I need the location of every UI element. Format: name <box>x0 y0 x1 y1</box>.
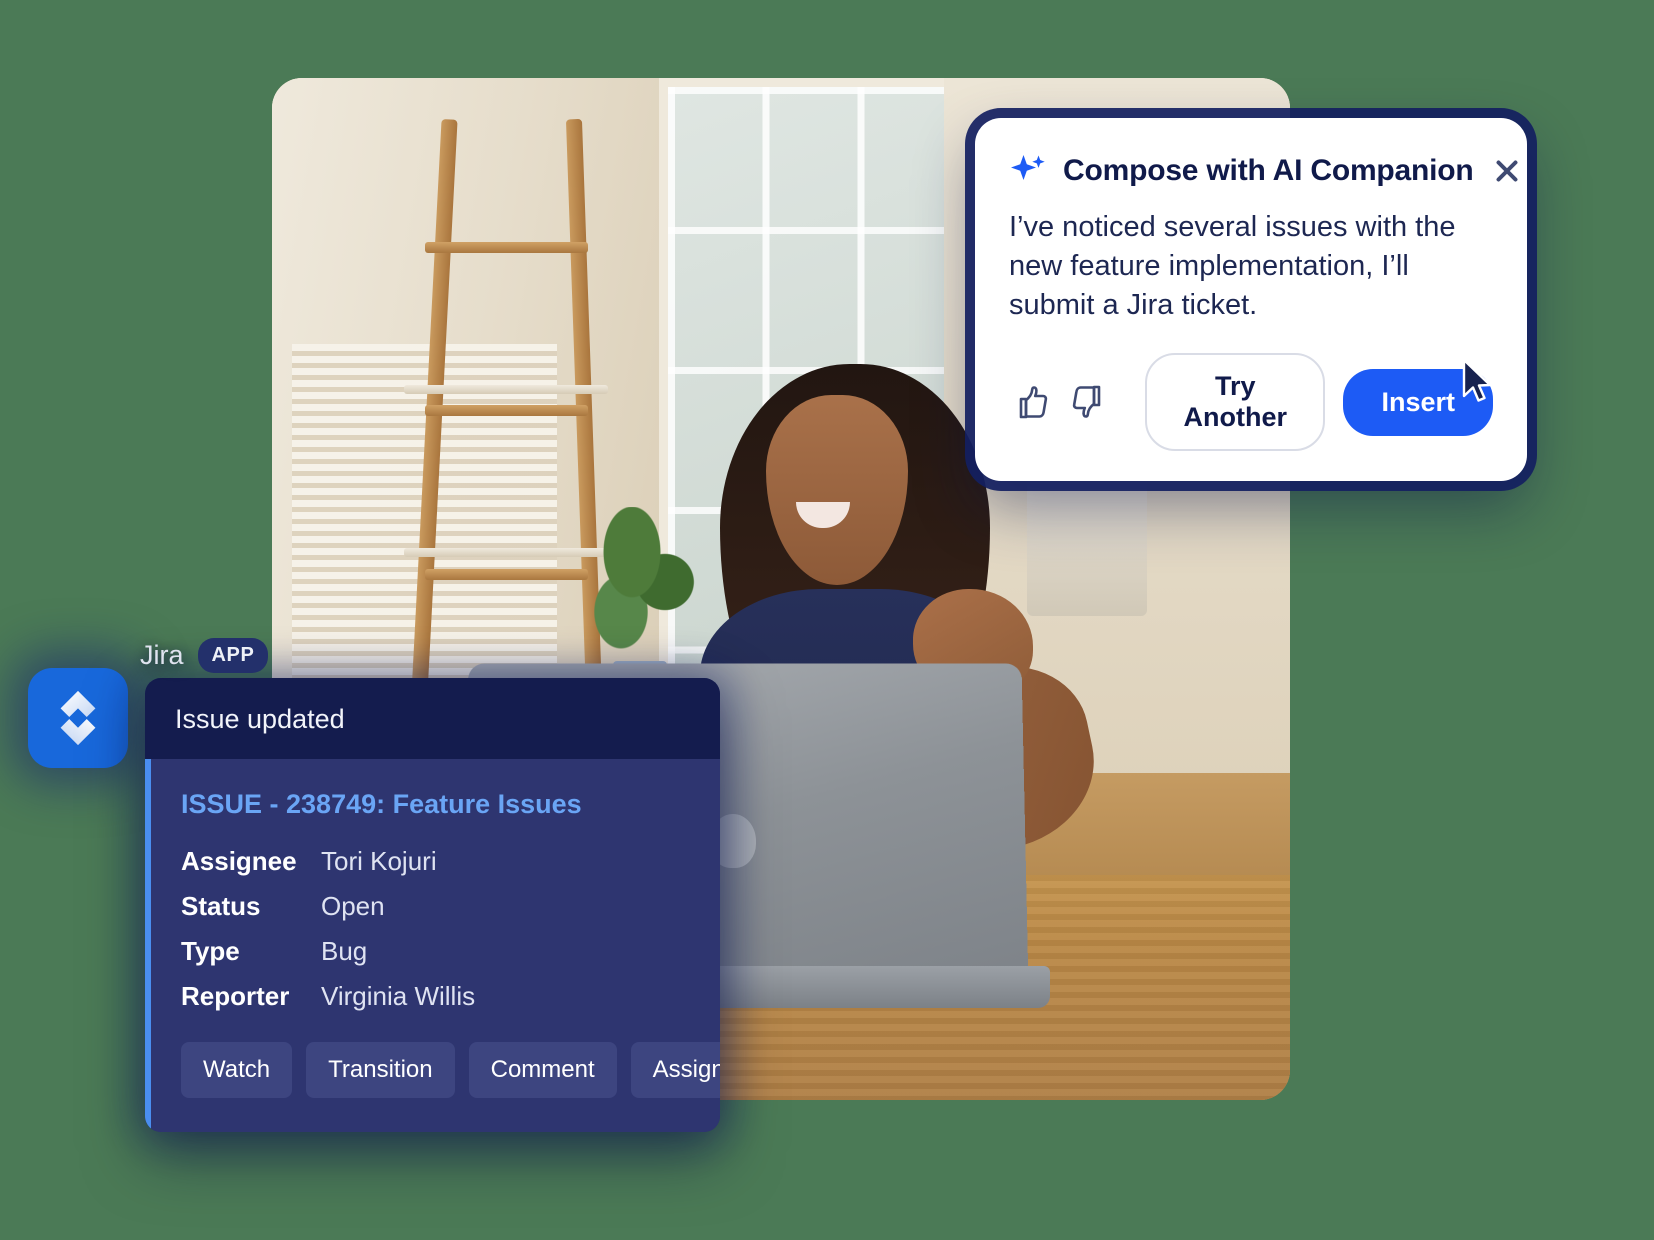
ladder-step <box>424 405 588 417</box>
issue-link[interactable]: ISSUE - 238749: Feature Issues <box>181 789 690 820</box>
field-value: Tori Kojuri <box>321 846 437 876</box>
transition-button[interactable]: Transition <box>306 1042 455 1098</box>
field-value: Open <box>321 891 385 921</box>
assign-button[interactable]: Assign <box>630 1042 720 1098</box>
try-another-button[interactable]: Try Another <box>1145 353 1326 452</box>
ladder-step <box>424 568 588 580</box>
field-label: Type <box>181 936 240 966</box>
field-row-reporter: Reporter Virginia Willis <box>181 981 690 1012</box>
jira-card-header: Issue updated <box>145 678 720 759</box>
ai-card-header: Compose with AI Companion <box>1009 152 1493 190</box>
thumbs-up-icon[interactable] <box>1009 381 1051 423</box>
jira-action-buttons: Watch Transition Comment Assign <box>181 1042 720 1098</box>
field-row-status: Status Open <box>181 891 690 922</box>
comment-button[interactable]: Comment <box>468 1042 617 1098</box>
field-value: Virginia Willis <box>321 981 476 1011</box>
jira-notification-card: Issue updated ISSUE - 238749: Feature Is… <box>145 678 720 1132</box>
field-row-type: Type Bug <box>181 936 690 967</box>
field-label: Assignee <box>181 846 297 876</box>
field-row-assignee: Assignee Tori Kojuri <box>181 846 690 877</box>
field-value: Bug <box>321 936 368 966</box>
jira-app-meta: Jira APP <box>140 638 269 673</box>
field-label: Status <box>181 891 261 921</box>
shelf <box>404 384 608 394</box>
app-badge: APP <box>197 638 269 673</box>
jira-logo-icon <box>28 668 128 768</box>
jira-card-body: ISSUE - 238749: Feature Issues Assignee … <box>145 759 720 1132</box>
ai-companion-card: Compose with AI Companion I’ve noticed s… <box>975 118 1527 482</box>
ai-card-title: Compose with AI Companion <box>1063 154 1474 187</box>
insert-button[interactable]: Insert <box>1343 368 1493 436</box>
ai-generated-message: I’ve noticed several issues with the new… <box>1009 211 1456 322</box>
thumbs-down-icon[interactable] <box>1069 381 1111 423</box>
ai-card-actions: Try Another Insert <box>1009 353 1493 452</box>
shelf <box>404 548 608 558</box>
field-label: Reporter <box>181 981 290 1011</box>
sparkle-icon <box>1009 152 1047 190</box>
composite-stage: Compose with AI Companion I’ve noticed s… <box>0 0 1654 1240</box>
jira-app-name: Jira <box>140 640 184 670</box>
watch-button[interactable]: Watch <box>181 1042 293 1098</box>
ladder-step <box>424 241 588 253</box>
close-icon[interactable] <box>1490 154 1524 188</box>
plant <box>587 507 698 658</box>
